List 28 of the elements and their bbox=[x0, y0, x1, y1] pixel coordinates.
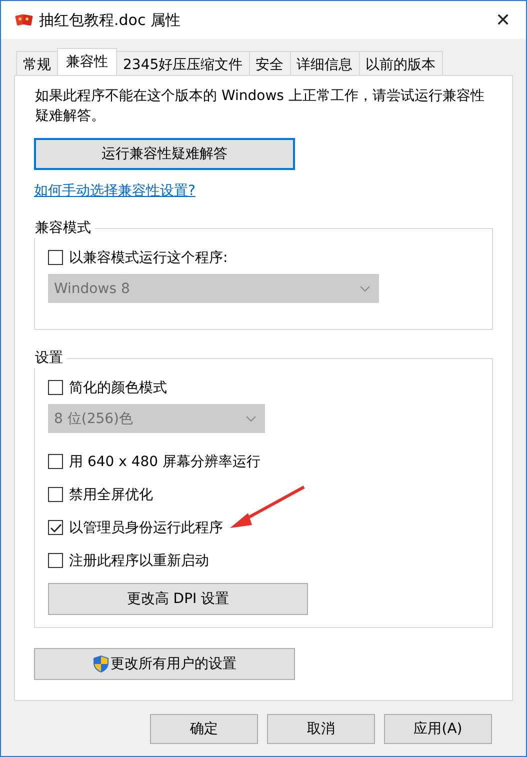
dialog-button[interactable]: 应用(A) bbox=[384, 714, 492, 744]
checkbox[interactable] bbox=[48, 520, 63, 535]
chevron-icon bbox=[360, 286, 370, 292]
checkbox-label: 以兼容模式运行这个程序: bbox=[69, 248, 228, 266]
checkbox[interactable] bbox=[48, 380, 63, 395]
dialog-button[interactable]: 确定 bbox=[150, 714, 258, 744]
checkbox[interactable] bbox=[48, 454, 63, 469]
checkbox-label: 用 640 x 480 屏幕分辨率运行 bbox=[69, 452, 261, 470]
shield-icon bbox=[92, 655, 108, 673]
close-button[interactable]: ✕ bbox=[480, 1, 526, 39]
checkbox[interactable] bbox=[48, 250, 63, 265]
checkbox-label: 以管理员身份运行此程序 bbox=[69, 518, 223, 536]
dpi-settings-button[interactable]: 更改高 DPI 设置 bbox=[48, 583, 308, 615]
checkbox[interactable] bbox=[48, 553, 63, 568]
window-title: 抽红包教程.doc 属性 bbox=[39, 10, 182, 30]
troubleshoot-button[interactable]: 运行兼容性疑难解答 bbox=[34, 138, 295, 170]
help-link[interactable]: 如何手动选择兼容性设置? bbox=[34, 182, 196, 200]
dialog-button[interactable]: 取消 bbox=[267, 714, 375, 744]
chevron-icon bbox=[246, 416, 256, 422]
checkbox-label: 注册此程序以重新启动 bbox=[69, 552, 209, 570]
all-users-button[interactable]: 更改所有用户的设置 bbox=[34, 648, 295, 680]
intro-text: 如果此程序不能在这个版本的 Windows 上正常工作，请尝试运行兼容性疑难解答。 bbox=[35, 87, 486, 126]
tab[interactable]: 常规 bbox=[16, 51, 58, 75]
tab[interactable]: 以前的版本 bbox=[358, 51, 443, 75]
checkbox[interactable] bbox=[48, 487, 63, 502]
checkbox-label: 禁用全屏优化 bbox=[69, 486, 153, 504]
tab[interactable]: 兼容性 bbox=[57, 48, 117, 75]
checkbox-label: 简化的颜色模式 bbox=[69, 378, 167, 396]
